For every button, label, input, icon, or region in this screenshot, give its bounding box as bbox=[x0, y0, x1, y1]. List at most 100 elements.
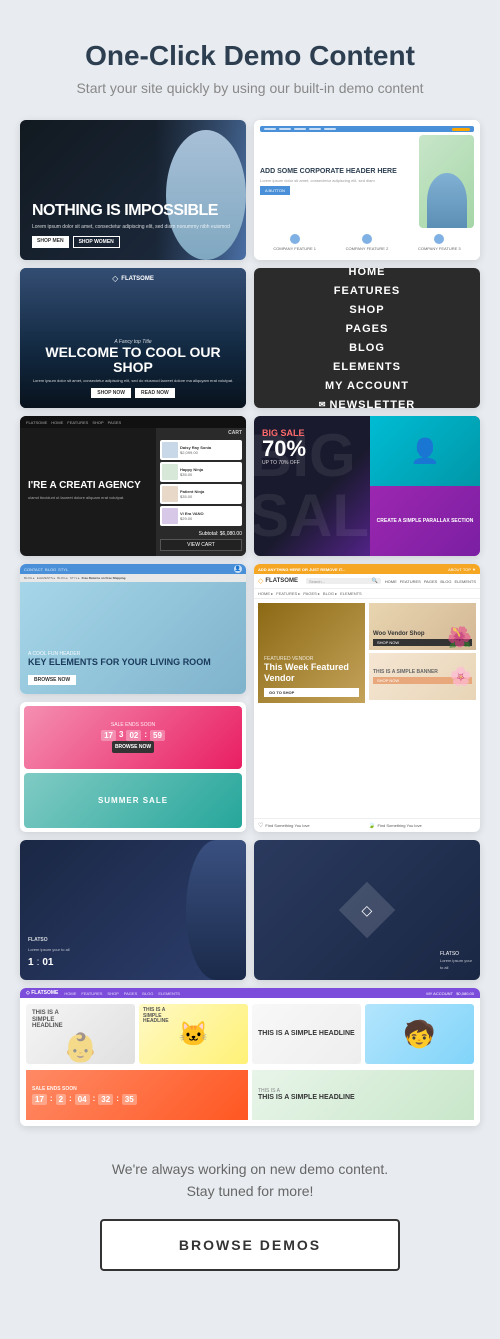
demo-card-nothing[interactable]: NOTHING IS IMPOSSIBLE Lorem ipsum dolor … bbox=[20, 120, 246, 260]
showcase-item-headline: THIS IS A SIMPLE HEADLINE bbox=[252, 1004, 361, 1064]
corp-btn[interactable]: A BUTTON bbox=[260, 186, 290, 195]
vendor-feat-btn[interactable]: GO TO SHOP bbox=[264, 688, 359, 697]
demo-card-summer[interactable]: SALE ENDS SOON 17 3 02 : 59 BROWSE NOW S… bbox=[20, 702, 246, 832]
summer-ends: SALE ENDS SOON bbox=[111, 722, 155, 728]
shop-subtitle: A Fancy top Title bbox=[30, 339, 236, 345]
vendor-diamond-icon: ◇ bbox=[258, 577, 263, 585]
living-title: KEY ELEMENTS FOR YOUR LIVING ROOM bbox=[28, 657, 211, 668]
showcase-item-baby: THIS IS ASIMPLEHEADLINE 👶 bbox=[26, 1004, 135, 1064]
showcase-count-ms: 35 bbox=[122, 1094, 137, 1105]
showcase-sale-label: SALE ENDS SOON bbox=[32, 1086, 242, 1092]
shop-btn1[interactable]: SHOP NOW bbox=[91, 388, 131, 398]
browse-demos-button[interactable]: BROWSE DEMOS bbox=[100, 1219, 400, 1271]
vendor-woo-person-image: 🌺 bbox=[447, 625, 472, 650]
cart-btn[interactable]: VIEW CART bbox=[160, 539, 242, 551]
living-subtitle: A cool fun header bbox=[28, 651, 211, 657]
vendor-simple-banner[interactable]: 🌸 This is a simple banner SHOP NOW bbox=[369, 653, 476, 700]
cart-item-4: Vi Era VANO $29.00 bbox=[160, 506, 242, 526]
showcase-simple-headline: THIS IS A THIS IS A SIMPLE HEADLINE bbox=[252, 1070, 474, 1120]
showcase-item-child: 🧒 bbox=[365, 1004, 474, 1064]
menu-elements[interactable]: ELEMENTS bbox=[333, 361, 401, 373]
cart-item-2: Happy Ninja $35.00 bbox=[160, 462, 242, 482]
demo-card-vendor[interactable]: ADD ANYTHING HERE OR JUST REMOVE IT... A… bbox=[254, 564, 480, 832]
summer-count-d: 17 bbox=[101, 730, 116, 741]
corp-feature-1: COMPANY FEATURE 1 bbox=[260, 234, 329, 251]
menu-shop[interactable]: SHOP bbox=[349, 304, 384, 316]
showcase-logo: ◇ FLATSOME bbox=[26, 990, 58, 996]
shop-desc: Lorem ipsum dolor sit amet, consectetur … bbox=[30, 378, 236, 384]
vendor-logo: FLATSOME bbox=[265, 578, 298, 584]
showcase-child-icon: 🧒 bbox=[403, 1019, 435, 1050]
summer-count-m: 59 bbox=[150, 730, 165, 741]
corp-feature-2: COMPANY FEATURE 2 bbox=[332, 234, 401, 251]
showcase-cat-icon: 🐱 bbox=[179, 1020, 209, 1049]
page-header: One-Click Demo Content Start your site q… bbox=[76, 40, 423, 96]
demo-card-showcase[interactable]: ◇ FLATSOME HOME FEATURES SHOP PAGES BLOG… bbox=[20, 988, 480, 1126]
sale-percent: 70% bbox=[262, 438, 306, 460]
vendor-find-2: 🍃 Find Something You love bbox=[368, 822, 476, 829]
demo-card-corporate[interactable]: ADD SOME CORPORATE HEADER HERE Lorem ips… bbox=[254, 120, 480, 260]
menu-pages[interactable]: PAGES bbox=[346, 323, 389, 335]
demo-card-living[interactable]: CONTACT BLOG STYL 👤 BLOG ▸ ELEMENTS ▸ BL… bbox=[20, 564, 246, 694]
showcase-count-m: 04 bbox=[75, 1094, 90, 1105]
demo-row-4: CONTACT BLOG STYL 👤 BLOG ▸ ELEMENTS ▸ BL… bbox=[20, 564, 480, 832]
menu-blog[interactable]: BLOG bbox=[349, 342, 385, 354]
br-text: FLATSO Lorem ipsum yourto all bbox=[440, 951, 472, 972]
heart-icon: ♡ bbox=[258, 822, 263, 829]
showcase-count-d: 17 bbox=[32, 1094, 47, 1105]
showcase-headline-text: THIS IS A SIMPLE HEADLINE bbox=[258, 1030, 355, 1038]
showcase-row2: SALE ENDS SOON 17 : 2 : 04 : 32 : 35 THI… bbox=[20, 1070, 480, 1126]
menu-features[interactable]: FEATURES bbox=[334, 285, 400, 297]
demo-card-bottom-left[interactable]: FLATSO Lorem ipsum your to all 1 : 01 bbox=[20, 840, 246, 980]
nothing-body: Lorem ipsum dolor sit amet, consectetur … bbox=[32, 224, 230, 231]
demo-row-6: ◇ FLATSOME HOME FEATURES SHOP PAGES BLOG… bbox=[20, 988, 480, 1126]
shop-logo: FLATSOME bbox=[121, 276, 154, 282]
shop-title: WELCOME TO COOL OUR SHOP bbox=[30, 345, 236, 376]
demo-card-agency[interactable]: FLATSOME HOME FEATURES SHOP PAGES I'RE A… bbox=[20, 416, 246, 556]
bl-person-image bbox=[186, 840, 246, 980]
vendor-header: ◇ FLATSOME Search... 🔍 HOME FEATURES PAG… bbox=[254, 574, 480, 589]
page-title: One-Click Demo Content bbox=[76, 40, 423, 72]
demo-row-5: FLATSO Lorem ipsum your to all 1 : 01 ◇ … bbox=[20, 840, 480, 980]
vendor-woo-shop[interactable]: 🌺 Woo Vendor Shop SHOP NOW bbox=[369, 603, 476, 650]
agency-title: I'RE A CREATI AGENCY bbox=[28, 480, 148, 492]
vendor-feat-title: This Week Featured Vendor bbox=[264, 662, 359, 684]
showcase-item-cat: 🐱 THIS IS ASIMPLEHEADLINE bbox=[139, 1004, 248, 1064]
cart-item-3: Patient Ninja $35.00 bbox=[160, 484, 242, 504]
cart-item-1: Daisy Ray Sonia $2,099.00 bbox=[160, 440, 242, 460]
sale-create-section: CREATE A SIMPLE PARALLAX SECTION bbox=[370, 486, 480, 556]
living-btn[interactable]: BROWSE NOW bbox=[28, 675, 76, 685]
nothing-btn2[interactable]: SHOP WOMEN bbox=[73, 236, 120, 248]
cart-header: CART bbox=[160, 430, 242, 436]
demo-row-2: ◇ FLATSOME A Fancy top Title WELCOME TO … bbox=[20, 268, 480, 408]
corp-headline: ADD SOME CORPORATE HEADER HERE bbox=[260, 168, 415, 175]
demo-card-bottom-right[interactable]: ◇ FLATSO Lorem ipsum yourto all bbox=[254, 840, 480, 980]
showcase-count-h: 2 bbox=[56, 1094, 66, 1105]
demo-card-sale[interactable]: BIG SALE BIG SALE 70% UP TO 70% OFF 👤 CR… bbox=[254, 416, 480, 556]
footer-text: We're always working on new demo content… bbox=[112, 1158, 388, 1203]
menu-home[interactable]: HOME bbox=[349, 268, 386, 278]
vendor-nav: ADD ANYTHING HERE OR JUST REMOVE IT... A… bbox=[254, 564, 480, 574]
demo-card-menu[interactable]: HOME FEATURES SHOP PAGES BLOG ELEMENTS M… bbox=[254, 268, 480, 408]
shop-btn2[interactable]: READ NOW bbox=[135, 388, 175, 398]
nothing-btn1[interactable]: SHOP MEN bbox=[32, 236, 69, 248]
vendor-flower-image: 🌸 bbox=[450, 666, 472, 687]
demo-card-shop[interactable]: ◇ FLATSOME A Fancy top Title WELCOME TO … bbox=[20, 268, 246, 408]
demo-row-1: NOTHING IS IMPOSSIBLE Lorem ipsum dolor … bbox=[20, 120, 480, 260]
vendor-find-1: ♡ Find Something You love bbox=[258, 822, 366, 829]
vendor-find-row: ♡ Find Something You love 🍃 Find Somethi… bbox=[254, 818, 480, 832]
summer-count-h: 02 bbox=[126, 730, 141, 741]
menu-newsletter[interactable]: ✉ NEWSLETTER bbox=[319, 399, 415, 409]
agency-desc: ulamd tincidunt ut laoreet dolore aliqua… bbox=[28, 495, 148, 501]
sale-subtitle: UP TO 70% OFF bbox=[262, 460, 306, 466]
vendor-nav-label: ADD ANYTHING HERE OR JUST REMOVE IT... bbox=[258, 567, 345, 572]
menu-account[interactable]: MY ACCOUNT bbox=[325, 380, 409, 392]
showcase-navbar: ◇ FLATSOME HOME FEATURES SHOP PAGES BLOG… bbox=[20, 988, 480, 998]
showcase-baby-text: THIS IS ASIMPLEHEADLINE bbox=[32, 1010, 63, 1030]
cart-subtotal: Subtotal: $6,080.00 bbox=[160, 531, 242, 537]
vendor-featured-card[interactable]: FEATURED VENDOR This Week Featured Vendo… bbox=[258, 603, 365, 703]
summer-btn[interactable]: BROWSE NOW bbox=[112, 741, 154, 753]
demo-row-3: FLATSOME HOME FEATURES SHOP PAGES I'RE A… bbox=[20, 416, 480, 556]
corp-feature-3: COMPANY FEATURE 3 bbox=[405, 234, 474, 251]
page-subtitle: Start your site quickly by using our bui… bbox=[76, 80, 423, 96]
